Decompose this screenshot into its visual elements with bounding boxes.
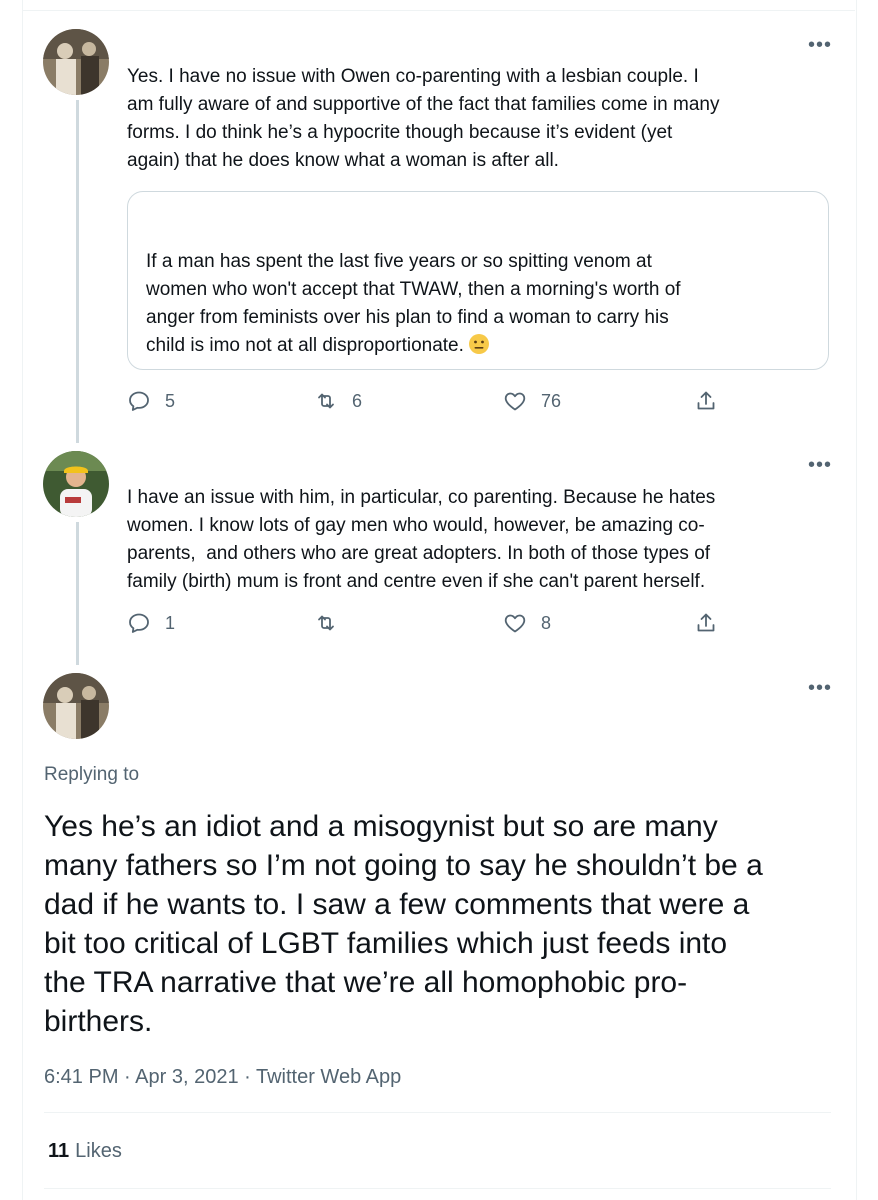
replying-to-label: Replying to — [44, 764, 140, 785]
retweet-button[interactable] — [314, 611, 352, 635]
thread-line — [76, 100, 79, 443]
reply-icon — [129, 391, 149, 411]
more-options-icon[interactable]: ••• — [808, 455, 832, 475]
likes-count: 11 — [48, 1140, 70, 1162]
share-icon — [697, 391, 715, 410]
thread-line — [76, 522, 79, 665]
top-divider — [22, 10, 855, 11]
neutral-face-emoji-icon — [468, 334, 489, 354]
retweet-icon — [318, 393, 334, 409]
like-button[interactable]: 76 — [503, 389, 561, 413]
quote-tweet-card[interactable]: If a man has spent the last five years o… — [127, 191, 829, 370]
avatar[interactable] — [43, 673, 109, 739]
like-count: 76 — [541, 390, 562, 411]
avatar[interactable] — [43, 451, 109, 517]
quote-tweet-text: If a man has spent the last five years o… — [146, 251, 681, 356]
heart-icon — [504, 614, 526, 633]
reply-count: 5 — [165, 390, 176, 411]
like-count: 8 — [541, 612, 552, 633]
heart-icon — [504, 392, 526, 411]
tweet-text: Yes. I have no issue with Owen co-parent… — [127, 66, 720, 171]
share-button[interactable] — [694, 611, 732, 635]
more-options-icon[interactable]: ••• — [808, 35, 832, 55]
retweet-button[interactable]: 6 — [314, 389, 362, 413]
main-tweet-text: Yes he’s an idiot and a misogynist but s… — [44, 810, 763, 1038]
retweet-count: 6 — [352, 390, 363, 411]
reply-button[interactable]: 5 — [127, 389, 175, 413]
divider — [44, 1112, 831, 1113]
reply-count: 1 — [165, 612, 176, 633]
share-button[interactable] — [694, 389, 732, 413]
divider — [44, 1188, 831, 1189]
reply-button[interactable]: 1 — [127, 611, 175, 635]
retweet-icon — [318, 615, 334, 631]
tweet-text: I have an issue with him, in particular,… — [127, 487, 716, 592]
likes-summary[interactable]: 11 Likes — [48, 1140, 122, 1163]
tweet-timestamp[interactable]: 6:41 PM · Apr 3, 2021 · Twitter Web App — [44, 1066, 401, 1089]
like-button[interactable]: 8 — [503, 611, 551, 635]
reply-icon — [129, 613, 149, 633]
more-options-icon[interactable]: ••• — [808, 678, 832, 698]
share-icon — [697, 613, 715, 632]
likes-label: Likes — [75, 1140, 122, 1162]
avatar[interactable] — [43, 29, 109, 95]
